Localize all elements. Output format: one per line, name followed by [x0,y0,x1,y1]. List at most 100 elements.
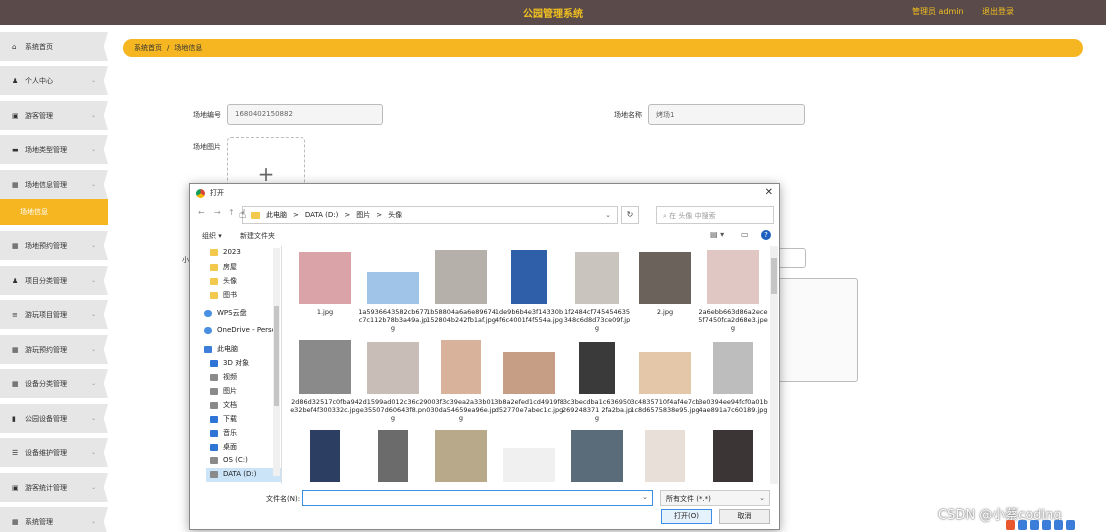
sidebar-item[interactable]: ≡ 游玩项目管理 ⌄ [0,300,108,329]
file-item[interactable]: 1.jpg [290,250,360,316]
sidebar-item[interactable]: ▦ 场地信息管理 ⌄ [0,170,108,199]
blue-icon [210,443,218,451]
sidebar-item-label: 游客统计管理 [25,483,67,492]
files-scrollbar[interactable] [770,246,778,484]
close-icon[interactable]: ✕ [765,187,773,198]
bag-icon: ▣ [12,483,19,492]
tree-item[interactable]: 视频 [210,372,237,382]
tree-item[interactable]: 2023 [210,248,241,256]
logout-link[interactable]: 退出登录 [982,6,1014,17]
file-item[interactable]: 1de9b6b4e3f14330b4f6c4001f4f554a.jpg [494,250,564,324]
file-item[interactable] [698,428,768,482]
forward-arrow-icon[interactable]: → [214,208,221,217]
tree-item[interactable]: 3D 对象 [210,358,249,368]
tree-scroll-thumb[interactable] [274,306,279,406]
tree-item[interactable]: 下载 [210,414,237,424]
tray-icon [1066,520,1075,530]
filetype-select[interactable]: 所有文件 (*.*) ⌄ [660,490,770,506]
file-name: 3e0394ee94fcf0a01b4ae891a7c60189.jpg [698,398,768,414]
path-segment[interactable]: 此电脑 [266,210,287,220]
new-folder-button[interactable]: 新建文件夹 [240,231,275,241]
file-item[interactable] [494,428,564,482]
sidebar-item[interactable]: ☰ 设备维护管理 ⌄ [0,438,108,467]
breadcrumb-home[interactable]: 系统首页 [134,43,162,53]
sidebar-item[interactable]: ▦ 场地预约管理 ⌄ [0,231,108,260]
tray-icon [1042,520,1051,530]
preview-pane-icon[interactable]: ▭ [741,230,749,239]
pc-icon [204,345,212,353]
sidebar-item[interactable]: ♟ 项目分类管理 ⌄ [0,266,108,295]
help-icon[interactable]: ? [761,230,771,240]
sidebar-item[interactable]: ▦ 游玩预约管理 ⌄ [0,335,108,364]
sidebar-item[interactable]: ▮ 公园设备管理 ⌄ [0,404,108,433]
back-arrow-icon[interactable]: ← [198,208,205,217]
tree-item[interactable]: 图片 [210,386,237,396]
tree-item[interactable]: DATA (D:) [210,470,256,478]
view-options-icon[interactable]: ▤ ▾ [710,230,724,239]
tree-item[interactable]: 文档 [210,400,237,410]
code-field[interactable]: 1680402150882 [227,104,383,125]
address-bar[interactable]: 此电脑 > DATA (D:) > 图片 > 头像 ⌄ [242,206,618,224]
file-item[interactable]: 2.jpg [630,250,700,316]
tree-item[interactable]: WPS云盘 [204,308,247,318]
up-arrow-icon[interactable]: ↑ [228,208,235,217]
file-item[interactable]: 1f2484cf745454635348c6d8d73ce09f.jpg [562,250,632,332]
refresh-icon[interactable]: ↻ [621,206,639,224]
files-scroll-thumb[interactable] [771,258,777,294]
search-input[interactable]: ⌕ 在 头像 中搜索 [656,206,774,224]
tree-item-label: 2023 [223,248,241,256]
chevron-down-icon[interactable]: ⌄ [642,493,648,501]
file-item[interactable]: 3e0394ee94fcf0a01b4ae891a7c60189.jpg [698,340,768,414]
file-item[interactable]: 1a5936643582cb677c7c112b78b3a49a.jpg [358,250,428,332]
bag-icon: ▣ [12,111,19,120]
tree-item[interactable]: 图书 [210,290,237,300]
file-item[interactable] [562,428,632,482]
sidebar-item[interactable]: ⌂ 系统首页 [0,32,108,61]
name-field[interactable]: 烤场1 [648,104,805,125]
filename-input[interactable]: ⌄ [302,490,653,506]
sidebar-item-label: 系统首页 [25,42,53,51]
sidebar-item[interactable]: ▬ 场地类型管理 ⌄ [0,135,108,164]
tree-item[interactable]: 桌面 [210,442,237,452]
sidebar-item[interactable]: ▣ 游客管理 ⌄ [0,101,108,130]
path-segment[interactable]: DATA (D:) [305,211,338,219]
photo-thumbnail [378,430,408,482]
tree-item[interactable]: 音乐 [210,428,237,438]
open-button[interactable]: 打开(O) [661,509,712,524]
sidebar-item[interactable]: ▣ 游客统计管理 ⌄ [0,473,108,502]
folder-icon [210,248,218,256]
file-item[interactable] [426,428,496,482]
file-item[interactable]: 1b58804a6a6e89674152804b242fb1af.jpg [426,250,496,324]
file-item[interactable] [630,428,700,482]
file-item[interactable]: 3c4835710f4af4e7cb1c8d6575838e95.jpg [630,340,700,414]
file-item[interactable]: 3b8a2efed1cd4919f8d52770e7abec1c.jpg [494,340,564,414]
tree-item[interactable]: OneDrive - Perso [204,326,276,334]
sidebar-subitem-active[interactable]: 场地信息 [0,199,108,225]
file-item[interactable]: 2a6ebb663d86a2ece5f7450fca2d68e3.jpeg [698,250,768,332]
tree-scrollbar[interactable] [273,248,280,476]
file-item[interactable]: 2d1599ad012c36c29e35507d60643f8.png [358,340,428,422]
path-segment[interactable]: 头像 [388,210,402,220]
file-item[interactable]: 3c3becdba1c636950269248371 2fa2ba.jpg [562,340,632,422]
admin-user-label[interactable]: 管理员 admin [912,6,964,17]
sidebar-item[interactable]: ▦ 系统管理 ⌄ [0,507,108,532]
tree-item[interactable]: OS (C:) [210,456,248,464]
file-item[interactable]: 003f3c39ea2a33b01030da54659ea96e.jpg [426,340,496,422]
file-item[interactable]: 2d86d32517c0fba94e32bef4f300332c.jpg [290,340,360,414]
chevron-down-icon: ⌄ [90,146,96,153]
dialog-title-bar: 打开 [190,184,779,202]
sidebar-item[interactable]: ♟ 个人中心 ⌄ [0,66,108,95]
sidebar-item[interactable]: ▦ 设备分类管理 ⌄ [0,369,108,398]
ime-icon [1006,520,1015,530]
chevron-down-icon[interactable]: ⌄ [605,211,611,219]
tree-item[interactable]: 头像 [210,276,237,286]
file-item[interactable] [290,428,360,482]
cancel-button[interactable]: 取消 [719,509,770,524]
tree-item[interactable]: 房屋 [210,262,237,272]
path-segment[interactable]: 图片 [356,210,370,220]
tree-item[interactable]: 此电脑 [204,344,238,354]
tree-item-label: WPS云盘 [217,309,247,317]
file-item[interactable] [358,428,428,482]
organize-menu[interactable]: 组织 ▾ [202,231,222,241]
sidebar-item-label: 设备分类管理 [25,379,67,388]
